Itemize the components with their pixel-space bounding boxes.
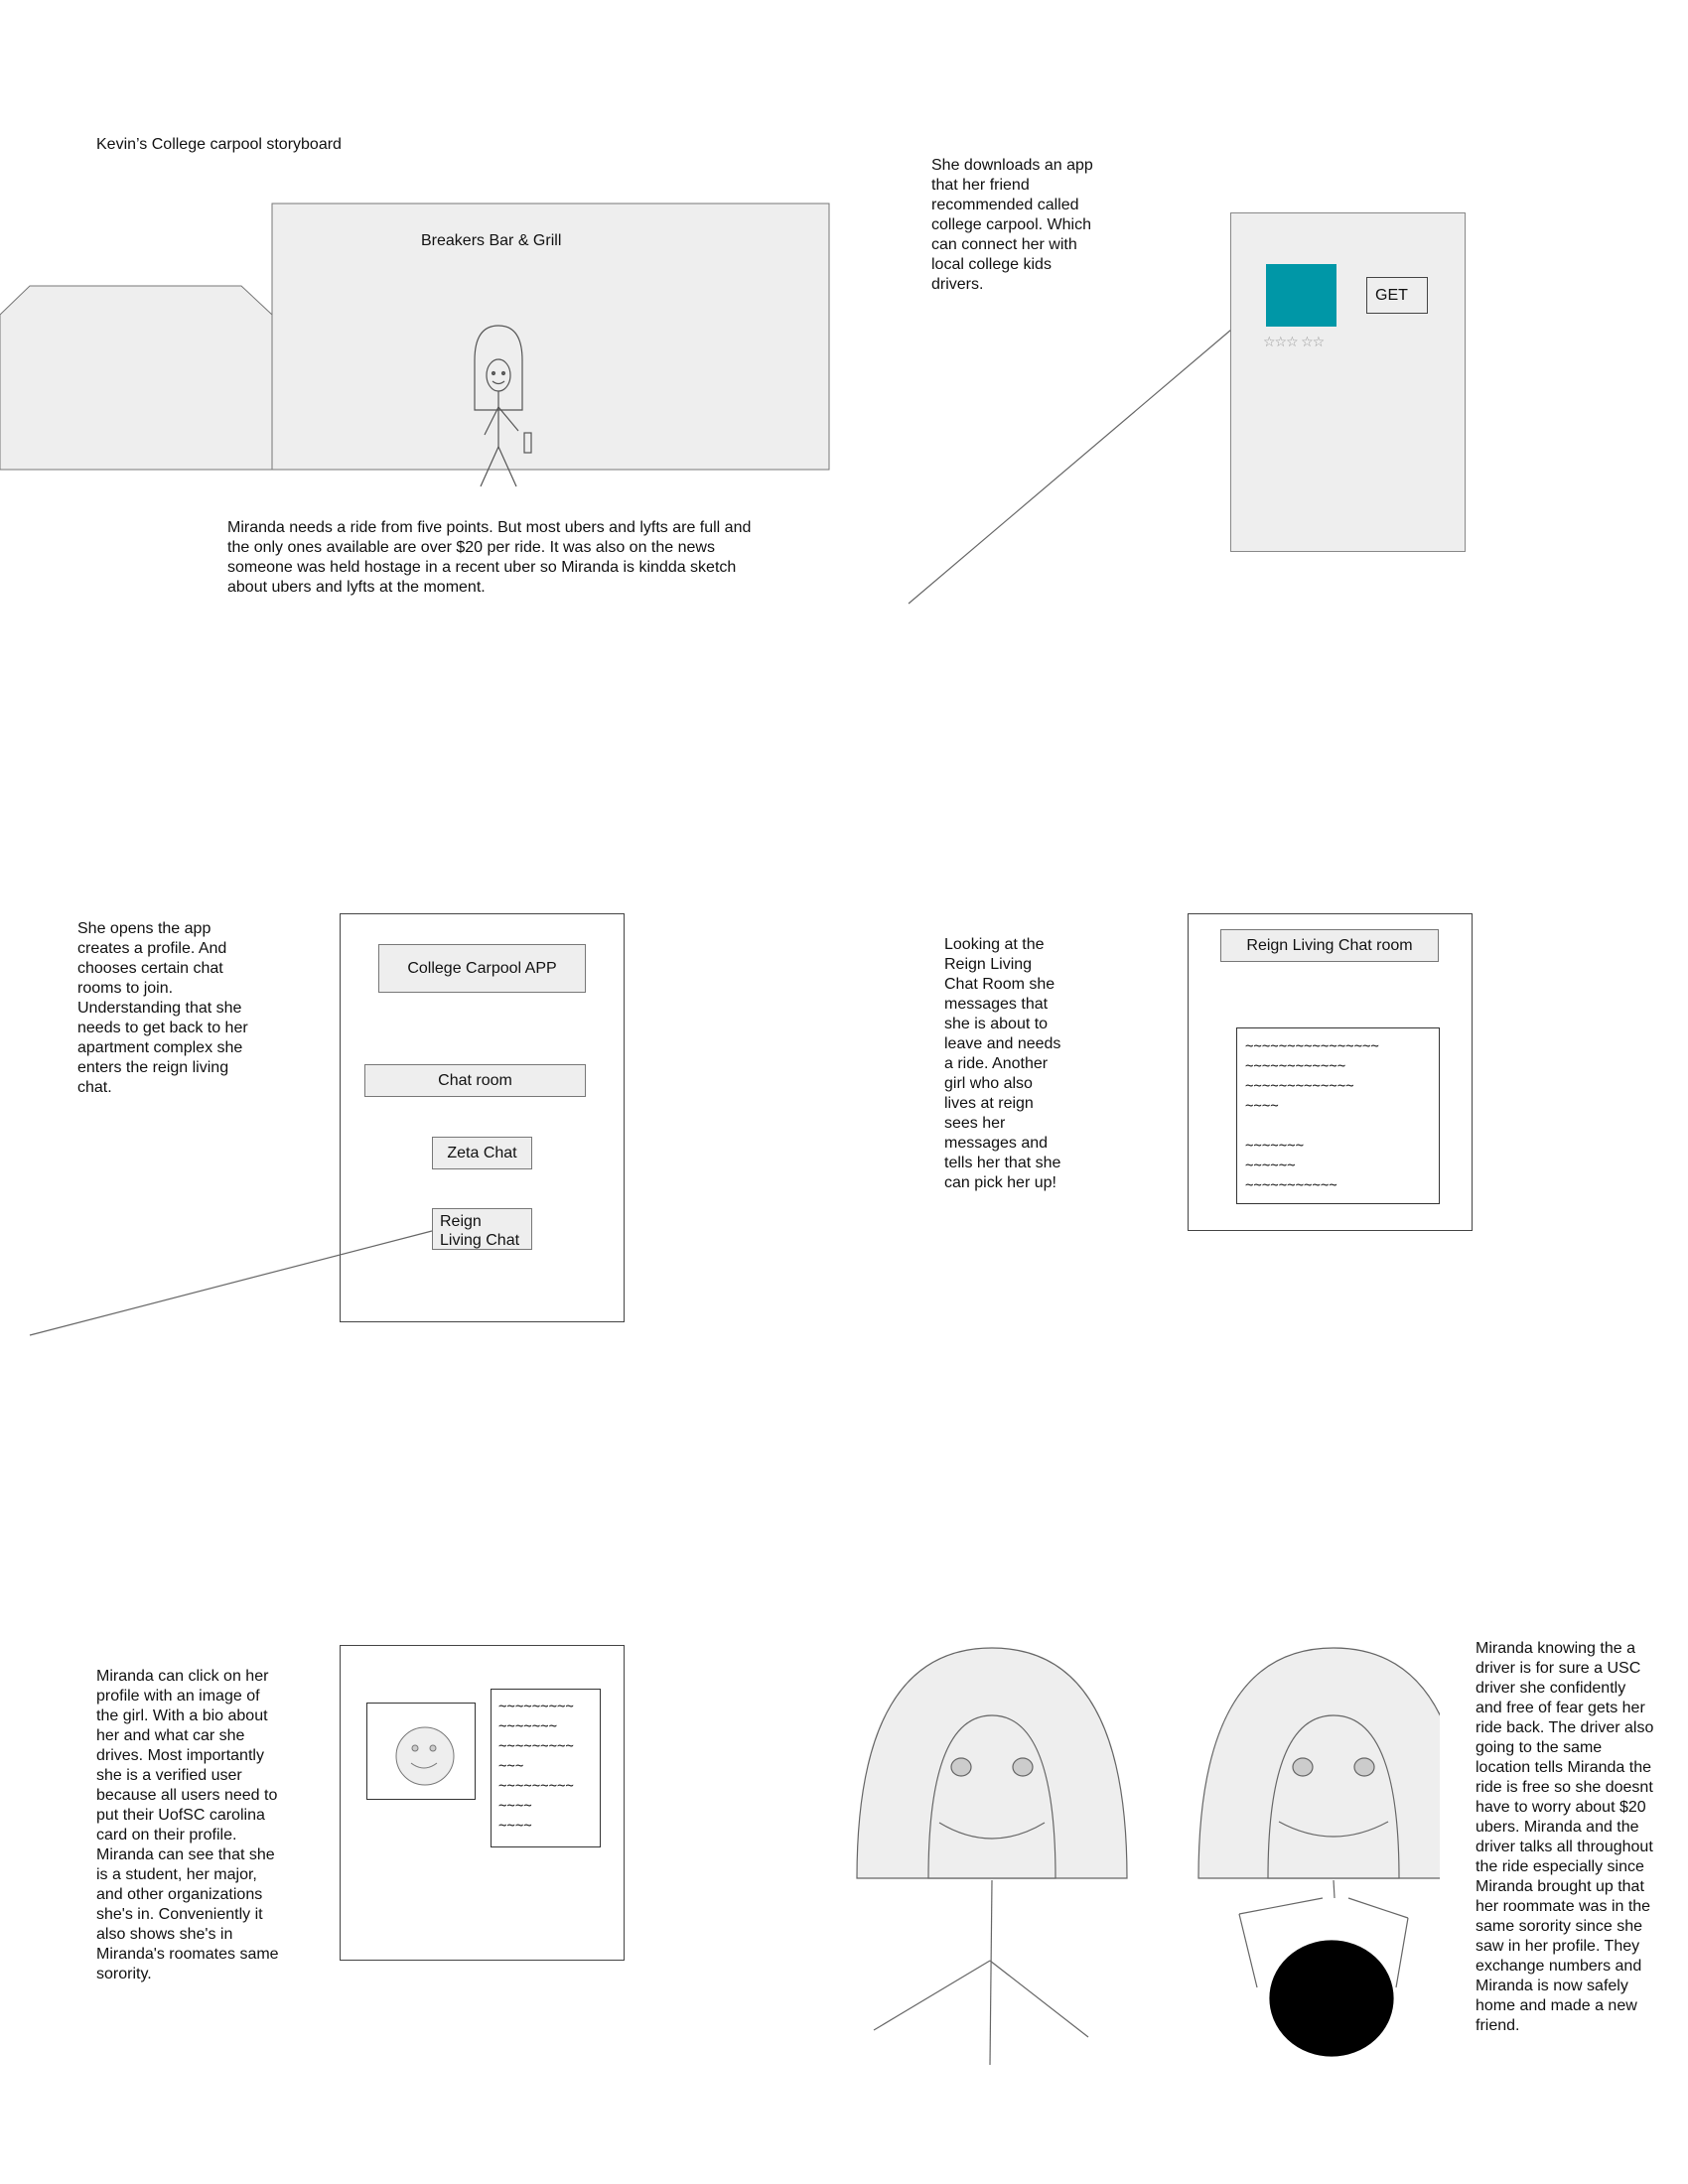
scene3-caption: She opens the app creates a profile. And…: [77, 920, 248, 1096]
chat-room-header: Chat room: [364, 1064, 586, 1097]
get-button[interactable]: GET: [1366, 277, 1428, 314]
app-title-bar: College Carpool APP: [378, 944, 586, 993]
profile-photo[interactable]: [366, 1703, 476, 1800]
reign-chat-label: Reign Living Chat: [440, 1213, 520, 1249]
miranda-figure-large: [856, 1647, 1128, 2066]
chat-messages: ~~~~~~~~~~~~~~~~ ~~~~~~~~~~~~ ~~~~~~~~~~…: [1245, 1038, 1379, 1193]
building-sign: Breakers Bar & Grill: [421, 232, 562, 249]
driver-figure: [1197, 1647, 1440, 2057]
scene4-caption: Looking at the Reign Living Chat Room sh…: [944, 936, 1061, 1191]
scene1-drawing: [0, 203, 830, 487]
app-icon[interactable]: [1266, 264, 1336, 327]
reign-living-chat-button[interactable]: Reign Living Chat: [432, 1208, 532, 1250]
scene6-caption: Miranda knowing the a driver is for sure…: [1476, 1640, 1654, 2034]
rating-stars: ☆☆☆ ☆☆: [1263, 335, 1325, 350]
chat-title-bar: Reign Living Chat room: [1220, 929, 1439, 962]
smiley-face-icon: [395, 1726, 455, 1786]
scene3-pointer-line: [29, 1230, 433, 1336]
chat-room-label: Chat room: [438, 1071, 512, 1089]
scene2-pointer-line: [908, 329, 1232, 605]
get-button-label: GET: [1375, 286, 1408, 304]
chat-title: Reign Living Chat room: [1246, 936, 1413, 954]
zeta-chat-button[interactable]: Zeta Chat: [432, 1137, 532, 1169]
steering-wheel: [1269, 1940, 1394, 2057]
profile-bio: ~~~~~~~~~ ~~~~~~~ ~~~~~~~~~ ~~~ ~~~~~~~~…: [491, 1689, 601, 1847]
zeta-chat-label: Zeta Chat: [447, 1144, 517, 1161]
bio-text: ~~~~~~~~~ ~~~~~~~ ~~~~~~~~~ ~~~ ~~~~~~~~…: [498, 1699, 574, 1834]
scene5-caption: Miranda can click on her profile with an…: [96, 1668, 279, 1982]
scene2-caption: She downloads an app that her friend rec…: [931, 157, 1093, 293]
scene6-drawing: [856, 1647, 1440, 2066]
chat-message-box: ~~~~~~~~~~~~~~~~ ~~~~~~~~~~~~ ~~~~~~~~~~…: [1236, 1027, 1440, 1204]
small-building: [0, 285, 273, 471]
app-title: College Carpool APP: [407, 959, 557, 977]
scene1-caption: Miranda needs a ride from five points. B…: [227, 519, 752, 596]
storyboard-title: Kevin’s College carpool storyboard: [96, 136, 342, 153]
